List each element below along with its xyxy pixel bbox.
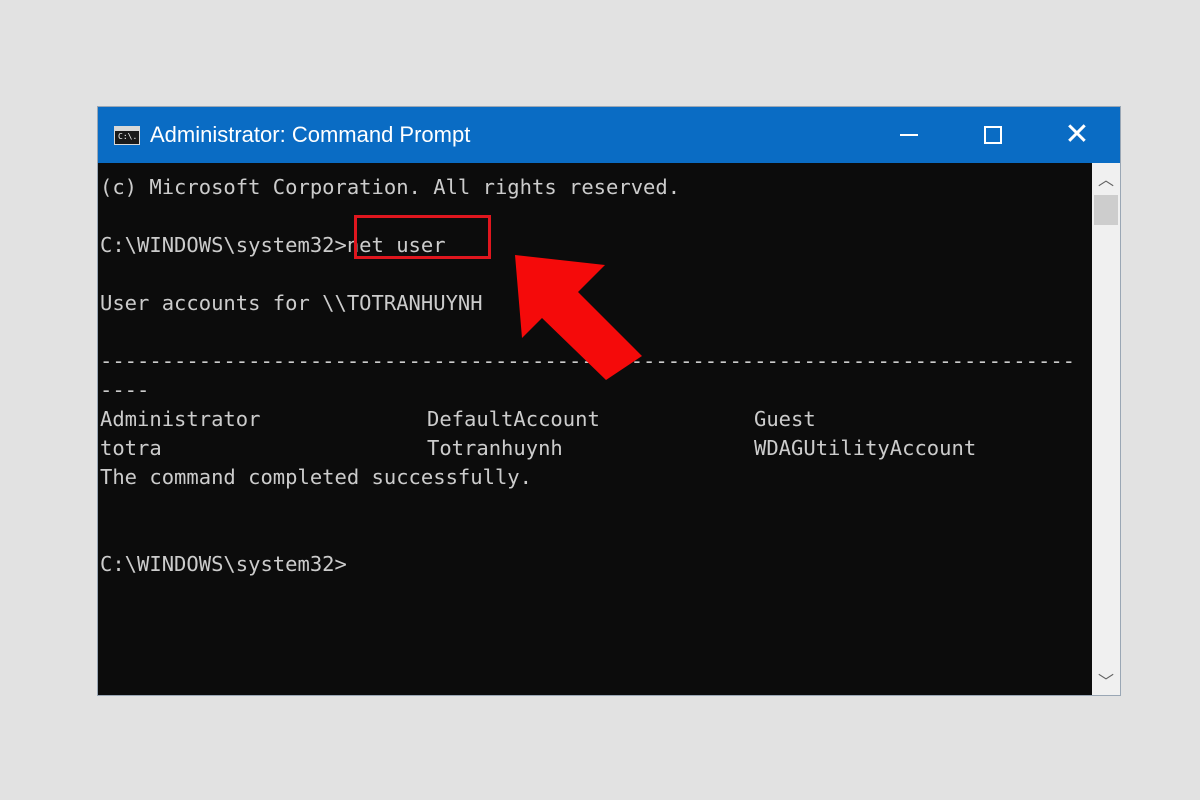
scroll-up-button[interactable]: ︿ bbox=[1092, 163, 1120, 193]
title-bar[interactable]: C:\. Administrator: Command Prompt ✕ bbox=[98, 107, 1120, 163]
command-highlight-box bbox=[354, 215, 491, 259]
arrow-shape bbox=[515, 255, 642, 380]
maximize-button[interactable] bbox=[950, 107, 1036, 163]
maximize-icon bbox=[984, 126, 1002, 144]
scroll-thumb[interactable] bbox=[1094, 195, 1118, 225]
pointer-arrow-icon bbox=[515, 255, 642, 380]
minimize-button[interactable] bbox=[866, 107, 952, 163]
minimize-icon bbox=[900, 134, 918, 136]
chevron-up-icon: ︿ bbox=[1097, 172, 1114, 189]
account-name: Totranhuynh bbox=[427, 436, 563, 460]
account-name: Guest bbox=[754, 407, 816, 431]
cmd-icon[interactable]: C:\. bbox=[114, 126, 140, 145]
window-title: Administrator: Command Prompt bbox=[150, 122, 471, 147]
close-icon: ✕ bbox=[1064, 118, 1090, 151]
account-name: WDAGUtilityAccount bbox=[754, 436, 977, 460]
status-line: The command completed successfully. bbox=[100, 465, 532, 489]
separator-line: ---- bbox=[100, 378, 150, 402]
chevron-down-icon: ﹀ bbox=[1097, 674, 1114, 691]
account-row: Administrator DefaultAccount Guest bbox=[100, 405, 1090, 433]
account-row: totra Totranhuynh WDAGUtilityAccount bbox=[100, 434, 1090, 462]
account-name: totra bbox=[100, 436, 162, 460]
prompt-line[interactable]: C:\WINDOWS\system32> bbox=[100, 550, 347, 578]
command-prompt-window: C:\. Administrator: Command Prompt ✕ (c)… bbox=[98, 107, 1120, 695]
account-name: DefaultAccount bbox=[427, 407, 600, 431]
scroll-down-button[interactable]: ﹀ bbox=[1092, 665, 1120, 695]
close-button[interactable]: ✕ bbox=[1034, 107, 1120, 163]
accounts-heading: User accounts for \\TOTRANHUYNH bbox=[100, 291, 483, 315]
console-line: (c) Microsoft Corporation. All rights re… bbox=[100, 175, 681, 199]
vertical-scrollbar[interactable]: ︿ ﹀ bbox=[1092, 163, 1120, 695]
account-name: Administrator bbox=[100, 407, 261, 431]
